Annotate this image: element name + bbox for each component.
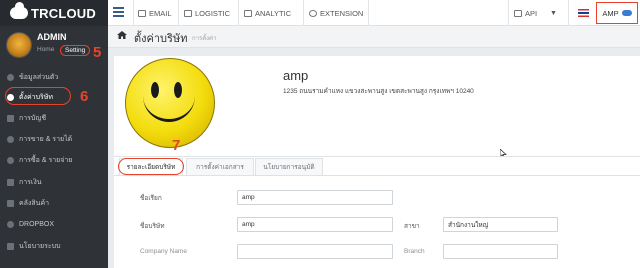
dollar-icon <box>7 135 14 143</box>
sidebar-item-purchases[interactable]: การซื้อ & รายจ่าย <box>0 149 108 171</box>
book-icon <box>7 114 14 122</box>
page-subtitle: การตั้งค่า <box>192 36 217 42</box>
page-title: ตั้งค่าบริษัท <box>134 33 188 45</box>
sidebar-item-sales[interactable]: การขาย & รายได้ <box>0 128 108 150</box>
brand-logo-text: TRCLOUD <box>31 5 96 21</box>
warehouse-icon <box>7 199 14 207</box>
user-icon <box>7 73 14 81</box>
topbar-extension-label: EXTENSION <box>320 8 364 18</box>
brand-logo[interactable]: TRCLOUD <box>0 0 108 26</box>
tab-approval-policy[interactable]: นโยบายการอนุมัติ <box>255 158 323 175</box>
topbar-analytic-label: ANALYTIC <box>255 8 292 18</box>
divider <box>508 0 509 26</box>
company-address: 1235 ถนนรามคำแหง แขวงสะพานสูง เขตสะพานสู… <box>283 88 474 95</box>
topbar-api[interactable]: API <box>514 0 537 26</box>
topbar-logistic[interactable]: LOGISTIC <box>184 0 230 26</box>
company-switch-button[interactable]: AMP <box>596 2 638 24</box>
divider <box>238 0 239 26</box>
page-header <box>108 26 640 48</box>
divider <box>133 0 134 26</box>
cloud-icon <box>621 10 632 16</box>
company-name-th-label: ชื่อบริษัท <box>140 223 165 230</box>
thai-flag-icon[interactable] <box>578 9 589 17</box>
sidebar-item-label: คลังสินค้า <box>19 199 50 207</box>
tab-underline <box>114 175 640 176</box>
cloud-icon <box>10 2 28 19</box>
avatar[interactable] <box>6 32 32 58</box>
sidebar-item-label: นโยบายระบบ <box>19 242 61 250</box>
sidebar-item-accounting[interactable]: การบัญชี <box>0 107 108 129</box>
topbar-analytic[interactable]: ANALYTIC <box>244 0 291 26</box>
company-name-en-label: Company Name <box>140 248 187 255</box>
divider <box>303 0 304 26</box>
divider <box>178 0 179 26</box>
dropbox-icon <box>7 220 14 228</box>
sidebar-item-label: การซื้อ & รายจ่าย <box>19 156 73 164</box>
divider <box>368 0 369 26</box>
alias-label: ชื่อเรียก <box>140 195 162 202</box>
sidebar-item-finance[interactable]: การเงิน <box>0 171 108 193</box>
topbar-dropdown[interactable]: ▼ <box>550 0 557 26</box>
policy-icon <box>7 242 14 250</box>
envelope-icon <box>138 9 146 17</box>
setting-link[interactable]: Setting <box>60 45 91 56</box>
topbar-api-label: API <box>525 8 538 18</box>
alias-input[interactable]: amp <box>237 190 393 205</box>
company-name: amp <box>283 68 309 83</box>
plug-icon <box>514 9 522 17</box>
topbar-extension[interactable]: EXTENSION <box>309 0 363 26</box>
sidebar-item-label: DROPBOX <box>19 220 55 228</box>
highlight-ring <box>5 87 71 105</box>
cart-icon <box>7 156 14 164</box>
tab-document-settings[interactable]: การตั้งค่าเอกสาร <box>186 158 254 175</box>
caret-down-icon: ▼ <box>550 9 557 17</box>
sidebar-item-label: การบัญชี <box>19 114 47 122</box>
plus-circle-icon <box>309 9 317 17</box>
hamburger-menu-icon[interactable] <box>113 7 124 17</box>
highlight-ring <box>118 158 184 175</box>
branch-en-label: Branch <box>404 248 425 255</box>
divider <box>568 0 569 26</box>
home-link[interactable]: Home <box>37 46 54 53</box>
topbar-email[interactable]: EMAIL <box>138 0 172 26</box>
sidebar-item-system-policy[interactable]: นโยบายระบบ <box>0 235 108 257</box>
branch-th-label: สาขา <box>404 223 420 230</box>
annotation-number-7: 7 <box>172 137 181 154</box>
annotation-number-5: 5 <box>93 44 102 61</box>
sidebar-item-profile[interactable]: ข้อมูลส่วนตัว <box>0 66 108 88</box>
sidebar-item-label: ข้อมูลส่วนตัว <box>19 73 59 81</box>
sidebar-item-label: การขาย & รายได้ <box>19 135 73 143</box>
annotation-number-6: 6 <box>80 88 89 105</box>
home-icon[interactable] <box>117 31 127 39</box>
topbar-logistic-label: LOGISTIC <box>195 8 231 18</box>
sidebar-item-label: การเงิน <box>19 178 42 186</box>
user-name: ADMIN <box>37 32 67 42</box>
sidebar-item-dropbox[interactable]: DROPBOX <box>0 213 108 235</box>
branch-en-input[interactable] <box>443 244 558 259</box>
sidebar-item-warehouse[interactable]: คลังสินค้า <box>0 192 108 214</box>
line-chart-icon <box>244 9 252 17</box>
company-name-th-input[interactable]: amp <box>237 217 393 232</box>
company-switch-label: AMP <box>602 8 619 18</box>
box-icon <box>184 9 192 17</box>
bank-icon <box>7 178 14 186</box>
company-name-en-input[interactable] <box>237 244 393 259</box>
branch-th-input[interactable]: สำนักงานใหญ่ <box>443 217 558 232</box>
topbar-email-label: EMAIL <box>149 8 172 18</box>
